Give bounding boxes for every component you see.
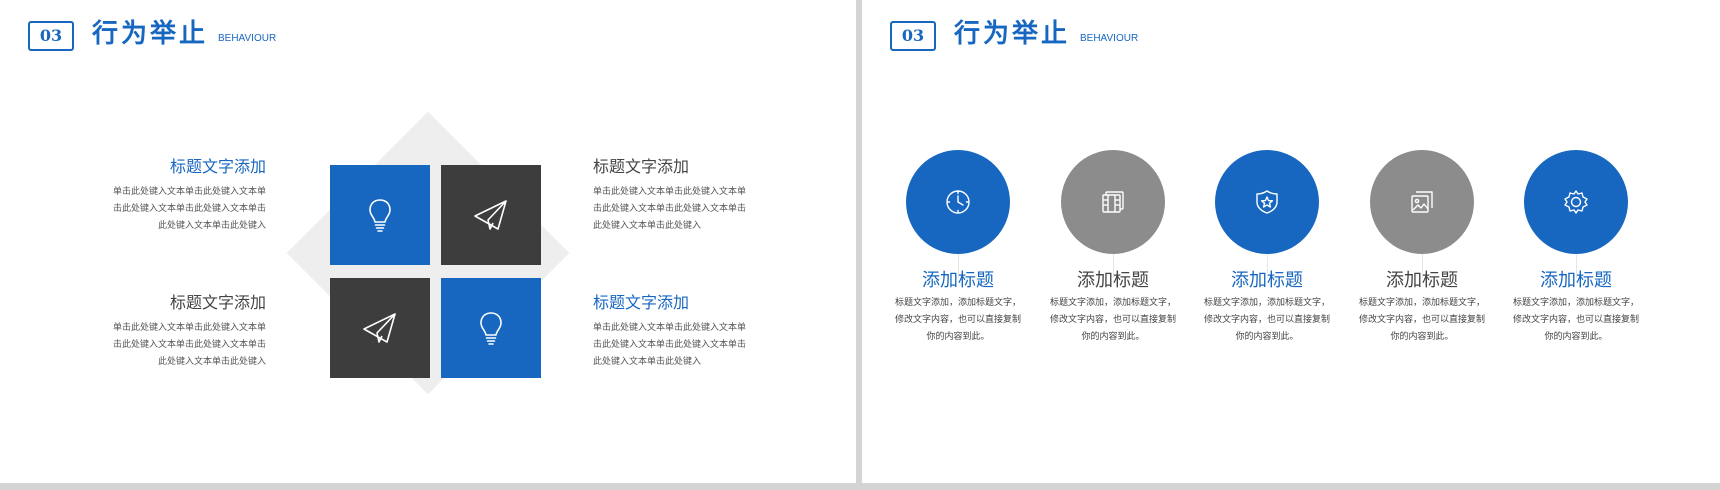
- body-line: 击此处键入文本单击此处键入文本单击: [112, 340, 266, 350]
- body-line: 单击此处键入文本单击此处键入文本单: [112, 323, 266, 333]
- lightbulb-icon: [480, 312, 502, 345]
- body-line: 修改文字内容，也可以直接复制: [1512, 315, 1639, 325]
- text-block-bottom-left: 标题文字添加 单击此处键入文本单击此处键入文本单 击此处键入文本单击此处键入文本…: [106, 292, 266, 371]
- body-line: 单击此处键入文本单击此处键入文本单: [112, 187, 266, 197]
- tile-top-left: [330, 165, 430, 265]
- block-title: 标题文字添加: [593, 293, 690, 312]
- feature-item: 添加标题 标题文字添加，添加标题文字， 修改文字内容，也可以直接复制 你的内容到…: [1511, 150, 1641, 346]
- body-line: 击此处键入文本单击此处键入文本单击: [112, 204, 266, 214]
- text-block-top-right: 标题文字添加 单击此处键入文本单击此处键入文本单 击此处键入文本单击此处键入文本…: [593, 156, 753, 235]
- body-line: 单击此处键入文本单击此处键入文本单: [593, 187, 747, 197]
- body-line: 修改文字内容，也可以直接复制: [1049, 315, 1176, 325]
- feature-body: 标题文字添加，添加标题文字， 修改文字内容，也可以直接复制 你的内容到此。: [893, 295, 1023, 346]
- body-line: 击此处键入文本单击此处键入文本单击: [593, 340, 747, 350]
- feature-circle: [1061, 150, 1165, 254]
- body-line: 单击此处键入文本单击此处键入文本单: [593, 323, 747, 333]
- slide-left: 03 行为举止 BEHAVIOUR 标题文字添加 单击此处键入文本单击此处键入文…: [0, 0, 856, 483]
- slide-right: 03 行为举止 BEHAVIOUR 添加标题 标题文字添加，添加标题文字， 修改…: [862, 0, 1720, 483]
- shield-star-icon: [1256, 190, 1278, 214]
- feature-circle: [906, 150, 1010, 254]
- block-body: 单击此处键入文本单击此处键入文本单 击此处键入文本单击此处键入文本单击 此处键入…: [593, 184, 753, 235]
- body-line: 此处键入文本单击此处键入: [593, 221, 702, 231]
- feature-item: 添加标题 标题文字添加，添加标题文字， 修改文字内容，也可以直接复制 你的内容到…: [1048, 150, 1178, 346]
- feature-title: 添加标题: [922, 270, 994, 291]
- feature-circle: [1370, 150, 1474, 254]
- paper-plane-icon: [474, 200, 507, 230]
- block-title: 标题文字添加: [593, 157, 690, 176]
- block-title: 标题文字添加: [169, 293, 266, 312]
- feature-body: 标题文字添加，添加标题文字， 修改文字内容，也可以直接复制 你的内容到此。: [1357, 295, 1487, 346]
- feature-circle: [1524, 150, 1628, 254]
- text-block-top-left: 标题文字添加 单击此处键入文本单击此处键入文本单 击此处键入文本单击此处键入文本…: [106, 156, 266, 235]
- body-line: 击此处键入文本单击此处键入文本单击: [593, 204, 747, 214]
- body-line: 标题文字添加，添加标题文字，: [894, 298, 1021, 308]
- feature-title: 添加标题: [1231, 270, 1303, 291]
- feature-title: 添加标题: [1077, 270, 1149, 291]
- section-number: 03: [890, 21, 936, 51]
- body-line: 标题文字添加，添加标题文字，: [1049, 298, 1176, 308]
- image-gallery-icon: [1411, 191, 1433, 213]
- lightbulb-icon: [369, 199, 391, 232]
- section-number: 03: [28, 21, 74, 51]
- body-line: 标题文字添加，添加标题文字，: [1358, 298, 1485, 308]
- block-body: 单击此处键入文本单击此处键入文本单 击此处键入文本单击此处键入文本单击 此处键入…: [106, 184, 266, 235]
- gear-icon: [1564, 190, 1588, 214]
- feature-body: 标题文字添加，添加标题文字， 修改文字内容，也可以直接复制 你的内容到此。: [1511, 295, 1641, 346]
- section-subtitle: BEHAVIOUR: [1080, 33, 1139, 44]
- body-line: 你的内容到此。: [1390, 332, 1454, 342]
- body-line: 标题文字添加，添加标题文字，: [1203, 298, 1330, 308]
- feature-title: 添加标题: [1540, 270, 1612, 291]
- text-block-bottom-right: 标题文字添加 单击此处键入文本单击此处键入文本单 击此处键入文本单击此处键入文本…: [593, 292, 753, 371]
- body-line: 修改文字内容，也可以直接复制: [1358, 315, 1485, 325]
- tile-bottom-right: [441, 278, 541, 378]
- feature-body: 标题文字添加，添加标题文字， 修改文字内容，也可以直接复制 你的内容到此。: [1048, 295, 1178, 346]
- film-icon: [1102, 191, 1124, 213]
- body-line: 此处键入文本单击此处键入: [157, 221, 266, 231]
- section-subtitle: BEHAVIOUR: [218, 33, 277, 44]
- body-line: 此处键入文本单击此处键入: [593, 357, 702, 367]
- body-line: 修改文字内容，也可以直接复制: [1203, 315, 1330, 325]
- block-title: 标题文字添加: [169, 157, 266, 176]
- section-title: 行为举止: [92, 19, 209, 49]
- paper-plane-icon: [363, 313, 396, 343]
- body-line: 你的内容到此。: [1081, 332, 1145, 342]
- body-line: 修改文字内容，也可以直接复制: [894, 315, 1021, 325]
- body-line: 标题文字添加，添加标题文字，: [1512, 298, 1639, 308]
- body-line: 你的内容到此。: [926, 332, 990, 342]
- feature-circle: [1215, 150, 1319, 254]
- body-line: 你的内容到此。: [1235, 332, 1299, 342]
- block-body: 单击此处键入文本单击此处键入文本单 击此处键入文本单击此处键入文本单击 此处键入…: [106, 320, 266, 371]
- feature-item: 添加标题 标题文字添加，添加标题文字， 修改文字内容，也可以直接复制 你的内容到…: [1357, 150, 1487, 346]
- body-line: 此处键入文本单击此处键入: [157, 357, 266, 367]
- block-body: 单击此处键入文本单击此处键入文本单 击此处键入文本单击此处键入文本单击 此处键入…: [593, 320, 753, 371]
- tile-top-right: [441, 165, 541, 265]
- feature-title: 添加标题: [1386, 270, 1458, 291]
- feature-item: 添加标题 标题文字添加，添加标题文字， 修改文字内容，也可以直接复制 你的内容到…: [893, 150, 1023, 346]
- tile-bottom-left: [330, 278, 430, 378]
- body-line: 你的内容到此。: [1544, 332, 1608, 342]
- section-title: 行为举止: [954, 19, 1071, 49]
- clock-icon: [946, 190, 970, 214]
- feature-item: 添加标题 标题文字添加，添加标题文字， 修改文字内容，也可以直接复制 你的内容到…: [1202, 150, 1332, 346]
- feature-body: 标题文字添加，添加标题文字， 修改文字内容，也可以直接复制 你的内容到此。: [1202, 295, 1332, 346]
